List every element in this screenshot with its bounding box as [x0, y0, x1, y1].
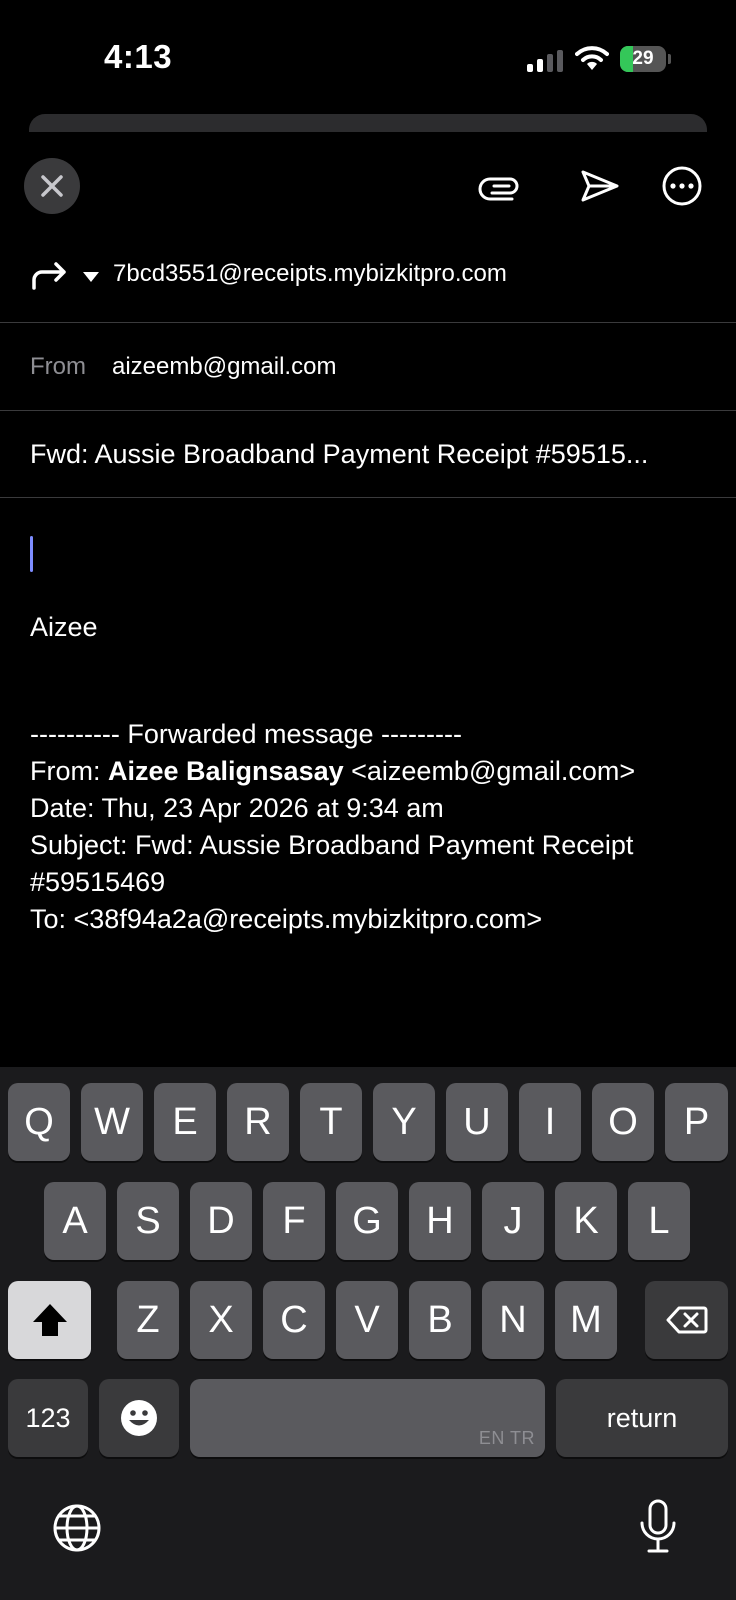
forwarded-to-line: To: <38f94a2a@receipts.mybizkitpro.com> — [30, 904, 543, 934]
text-cursor — [30, 536, 33, 572]
key-r[interactable]: R — [227, 1083, 289, 1161]
to-field-row[interactable]: 7bcd3551@receipts.mybizkitpro.com — [0, 240, 736, 322]
key-a[interactable]: A — [44, 1182, 106, 1260]
key-n[interactable]: N — [482, 1281, 544, 1359]
microphone-icon — [640, 1499, 676, 1553]
from-address[interactable]: aizeemb@gmail.com — [112, 353, 336, 381]
key-v[interactable]: V — [336, 1281, 398, 1359]
key-i[interactable]: I — [519, 1083, 581, 1161]
battery-charging-icon: 29 — [620, 46, 672, 72]
key-h[interactable]: H — [409, 1182, 471, 1260]
forwarded-subject-line-cont: #59515469 — [30, 867, 166, 897]
shift-key[interactable] — [8, 1281, 91, 1359]
signature-text[interactable]: Aizee — [30, 612, 98, 643]
close-icon — [41, 175, 63, 197]
key-b[interactable]: B — [409, 1281, 471, 1359]
language-indicator: EN TR — [478, 1428, 535, 1448]
key-x[interactable]: X — [190, 1281, 252, 1359]
key-z[interactable]: Z — [117, 1281, 179, 1359]
from-field-row[interactable]: From aizeemb@gmail.com — [0, 323, 736, 410]
key-k[interactable]: K — [555, 1182, 617, 1260]
backspace-icon — [666, 1306, 707, 1334]
chevron-down-icon[interactable] — [82, 270, 100, 282]
keyboard: Q W E R T Y U I O P A S D F G H J K L Z … — [0, 1067, 736, 1600]
space-key[interactable]: EN TR — [190, 1379, 545, 1457]
key-w[interactable]: W — [81, 1083, 143, 1161]
key-f[interactable]: F — [263, 1182, 325, 1260]
forwarded-subject-line: Subject: Fwd: Aussie Broadband Payment R… — [30, 830, 634, 860]
forwarded-from-name: Aizee Balignsasay — [108, 756, 344, 786]
battery-percent: 29 — [632, 48, 654, 69]
send-button[interactable] — [576, 162, 624, 210]
more-button[interactable] — [658, 162, 706, 210]
return-key[interactable]: return — [556, 1379, 728, 1457]
key-l[interactable]: L — [628, 1182, 690, 1260]
more-icon — [662, 166, 702, 206]
cellular-signal-icon — [527, 50, 563, 72]
status-time: 4:13 — [104, 38, 173, 75]
send-icon — [581, 170, 619, 202]
emoji-key[interactable] — [99, 1379, 179, 1457]
key-y[interactable]: Y — [373, 1083, 435, 1161]
globe-button[interactable] — [52, 1503, 102, 1558]
shift-icon — [32, 1304, 67, 1336]
close-button[interactable] — [24, 158, 80, 214]
key-e[interactable]: E — [154, 1083, 216, 1161]
paperclip-icon — [478, 177, 519, 201]
key-o[interactable]: O — [592, 1083, 654, 1161]
key-t[interactable]: T — [300, 1083, 362, 1161]
key-j[interactable]: J — [482, 1182, 544, 1260]
subject-field[interactable]: Fwd: Aussie Broadband Payment Receipt #5… — [30, 439, 710, 470]
to-address[interactable]: 7bcd3551@receipts.mybizkitpro.com — [113, 260, 507, 288]
emoji-icon — [121, 1400, 157, 1436]
numbers-key[interactable]: 123 — [8, 1379, 88, 1457]
from-label: From — [30, 353, 86, 380]
mail-compose-screen: 4:13 29 7bcd3551@receipts.mybizkitpro.co… — [0, 0, 736, 1600]
key-d[interactable]: D — [190, 1182, 252, 1260]
attach-button[interactable] — [476, 162, 524, 210]
forwarded-message-block[interactable]: ---------- Forwarded message --------- F… — [30, 716, 720, 938]
divider — [0, 497, 736, 498]
key-q[interactable]: Q — [8, 1083, 70, 1161]
dictation-button[interactable] — [638, 1499, 678, 1560]
key-p[interactable]: P — [665, 1083, 728, 1161]
forwarded-from-line: From: Aizee Balignsasay <aizeemb@gmail.c… — [30, 753, 720, 790]
key-s[interactable]: S — [117, 1182, 179, 1260]
forwarded-date-line: Date: Thu, 23 Apr 2026 at 9:34 am — [30, 793, 444, 823]
subject-field-row[interactable]: Fwd: Aussie Broadband Payment Receipt #5… — [0, 411, 736, 498]
forwarded-from-email: <aizeemb@gmail.com> — [343, 756, 636, 786]
globe-icon — [53, 1504, 101, 1552]
key-g[interactable]: G — [336, 1182, 398, 1260]
key-c[interactable]: C — [263, 1281, 325, 1359]
wifi-icon — [575, 44, 609, 72]
sheet-grabber — [29, 114, 707, 132]
forward-arrow-icon — [30, 258, 70, 292]
key-m[interactable]: M — [555, 1281, 617, 1359]
from-prefix: From: — [30, 756, 108, 786]
delete-key[interactable] — [645, 1281, 728, 1359]
forwarded-header: ---------- Forwarded message --------- — [30, 719, 462, 749]
key-u[interactable]: U — [446, 1083, 508, 1161]
